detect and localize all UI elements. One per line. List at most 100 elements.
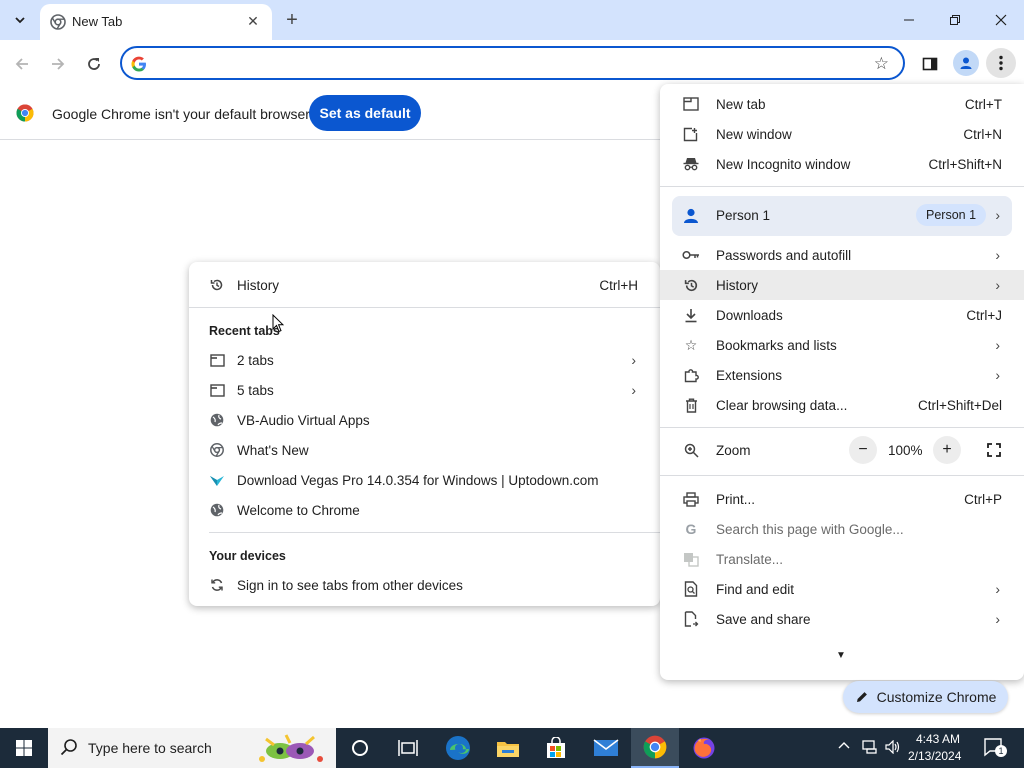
taskbar-search-box[interactable]: Type here to search (48, 728, 336, 768)
minimize-button[interactable] (886, 0, 932, 40)
customize-chrome-button[interactable]: Customize Chrome (843, 681, 1008, 713)
chevron-right-icon: › (995, 337, 1000, 353)
notification-count-badge: 1 (995, 745, 1007, 757)
clock-date[interactable]: 2/13/2024 (908, 749, 961, 763)
menu-item-extensions[interactable]: Extensions › (660, 360, 1024, 390)
tab-search-button[interactable] (8, 8, 32, 32)
customize-chrome-label: Customize Chrome (876, 689, 997, 705)
tab-new-tab[interactable]: New Tab ✕ (40, 4, 272, 40)
menu-label: Translate... (716, 551, 784, 567)
set-as-default-button[interactable]: Set as default (309, 95, 421, 131)
fullscreen-button[interactable] (982, 438, 1006, 462)
menu-item-passwords-autofill[interactable]: Passwords and autofill › (660, 240, 1024, 270)
sign-in-sync-item[interactable]: Sign in to see tabs from other devices (189, 570, 660, 600)
clock-time[interactable]: 4:43 AM (916, 732, 960, 746)
submenu-history-item[interactable]: History Ctrl+H (189, 270, 660, 300)
profile-button[interactable] (953, 50, 979, 76)
menu-item-clear-browsing-data[interactable]: Clear browsing data... Ctrl+Shift+Del (660, 390, 1024, 420)
recent-tab-item[interactable]: Welcome to Chrome (189, 495, 660, 525)
chrome-logo-icon (643, 735, 667, 759)
chevron-up-icon[interactable] (838, 739, 850, 753)
cortana-button[interactable] (336, 728, 384, 768)
chevron-right-icon: › (631, 352, 636, 368)
side-panel-button[interactable] (916, 50, 944, 78)
zoom-in-button[interactable]: + (933, 436, 961, 464)
menu-item-profile[interactable]: Person 1 Person 1 › (672, 196, 1012, 236)
taskbar-search-placeholder: Type here to search (88, 740, 212, 756)
start-button[interactable] (0, 728, 48, 768)
recent-tab-group-item[interactable]: 5 tabs › (189, 375, 660, 405)
taskbar-store[interactable] (532, 728, 580, 768)
address-bar[interactable]: ☆ (120, 46, 905, 80)
back-button[interactable] (8, 50, 36, 78)
taskbar-file-explorer[interactable] (484, 728, 532, 768)
reload-button[interactable] (80, 50, 108, 78)
pencil-icon (856, 692, 867, 702)
notification-center-button[interactable]: 1 (984, 737, 1007, 757)
menu-item-history[interactable]: History › (660, 270, 1024, 300)
task-view-button[interactable] (384, 728, 432, 768)
recent-tab-item[interactable]: Download Vegas Pro 14.0.354 for Windows … (189, 465, 660, 495)
network-icon[interactable] (862, 740, 878, 757)
printer-icon (682, 490, 700, 508)
trash-icon (682, 396, 700, 414)
new-tab-button[interactable]: + (280, 8, 304, 32)
recent-tab-group-item[interactable]: 2 tabs › (189, 345, 660, 375)
chevron-down-icon (15, 17, 25, 24)
window-icon (209, 352, 225, 368)
recent-tab-label: 2 tabs (237, 352, 274, 368)
menu-shortcut: Ctrl+Shift+Del (917, 397, 1002, 413)
cortana-circle-icon (352, 740, 368, 756)
chrome-menu-button[interactable] (986, 48, 1016, 78)
recent-tab-item[interactable]: VB-Audio Virtual Apps (189, 405, 660, 435)
menu-item-new-tab[interactable]: New tab Ctrl+T (660, 89, 1024, 119)
sign-in-label: Sign in to see tabs from other devices (237, 577, 463, 593)
mardi-gras-mask-icon (259, 734, 323, 762)
menu-label: New window (716, 126, 792, 142)
submenu-history-shortcut: Ctrl+H (599, 277, 638, 293)
firefox-icon (693, 737, 715, 759)
more-items-caret-icon[interactable]: ▼ (836, 650, 846, 661)
mouse-cursor-icon (272, 314, 284, 333)
menu-item-downloads[interactable]: Downloads Ctrl+J (660, 300, 1024, 330)
menu-item-print[interactable]: Print... Ctrl+P (660, 484, 1024, 514)
bookmark-star-icon[interactable]: ☆ (874, 54, 889, 74)
kebab-menu-icon (999, 55, 1003, 71)
divider (189, 307, 660, 308)
menu-shortcut: Ctrl+T (964, 96, 1002, 112)
taskbar-chrome[interactable] (631, 728, 679, 768)
zoom-out-button[interactable]: − (849, 436, 877, 464)
menu-label: Save and share (716, 611, 811, 627)
menu-item-save-share[interactable]: Save and share › (660, 604, 1024, 634)
menu-item-bookmarks-lists[interactable]: ☆ Bookmarks and lists › (660, 330, 1024, 360)
menu-item-search-page-google[interactable]: G Search this page with Google... (660, 514, 1024, 544)
menu-item-translate[interactable]: Translate... (660, 544, 1024, 574)
star-icon: ☆ (684, 336, 698, 353)
chrome-logo-icon (50, 14, 66, 30)
forward-button[interactable] (44, 50, 72, 78)
divider (660, 186, 1024, 187)
divider (660, 475, 1024, 476)
menu-shortcut: Ctrl+P (964, 491, 1002, 507)
history-submenu: History Ctrl+H Recent tabs 2 tabs › 5 ta… (189, 262, 660, 606)
recent-tab-item[interactable]: What's New (189, 435, 660, 465)
profile-name: Person 1 (716, 208, 771, 223)
recent-tab-label: What's New (237, 442, 309, 458)
close-window-button[interactable] (978, 0, 1024, 40)
menu-label: Passwords and autofill (716, 247, 852, 263)
globe-icon (209, 502, 225, 518)
window-icon (209, 382, 225, 398)
side-panel-icon (922, 57, 938, 71)
menu-item-new-incognito-window[interactable]: New Incognito window Ctrl+Shift+N (660, 149, 1024, 179)
taskbar-firefox[interactable] (680, 728, 728, 768)
menu-item-find-edit[interactable]: Find and edit › (660, 574, 1024, 604)
restore-button[interactable] (932, 0, 978, 40)
taskbar-mail[interactable] (582, 728, 630, 768)
save-share-icon (682, 610, 700, 628)
taskbar-edge[interactable] (434, 728, 482, 768)
person-icon (682, 207, 700, 228)
close-tab-icon[interactable]: ✕ (244, 12, 262, 30)
menu-item-new-window[interactable]: New window Ctrl+N (660, 119, 1024, 149)
volume-icon[interactable] (885, 739, 901, 757)
history-icon (209, 277, 225, 293)
